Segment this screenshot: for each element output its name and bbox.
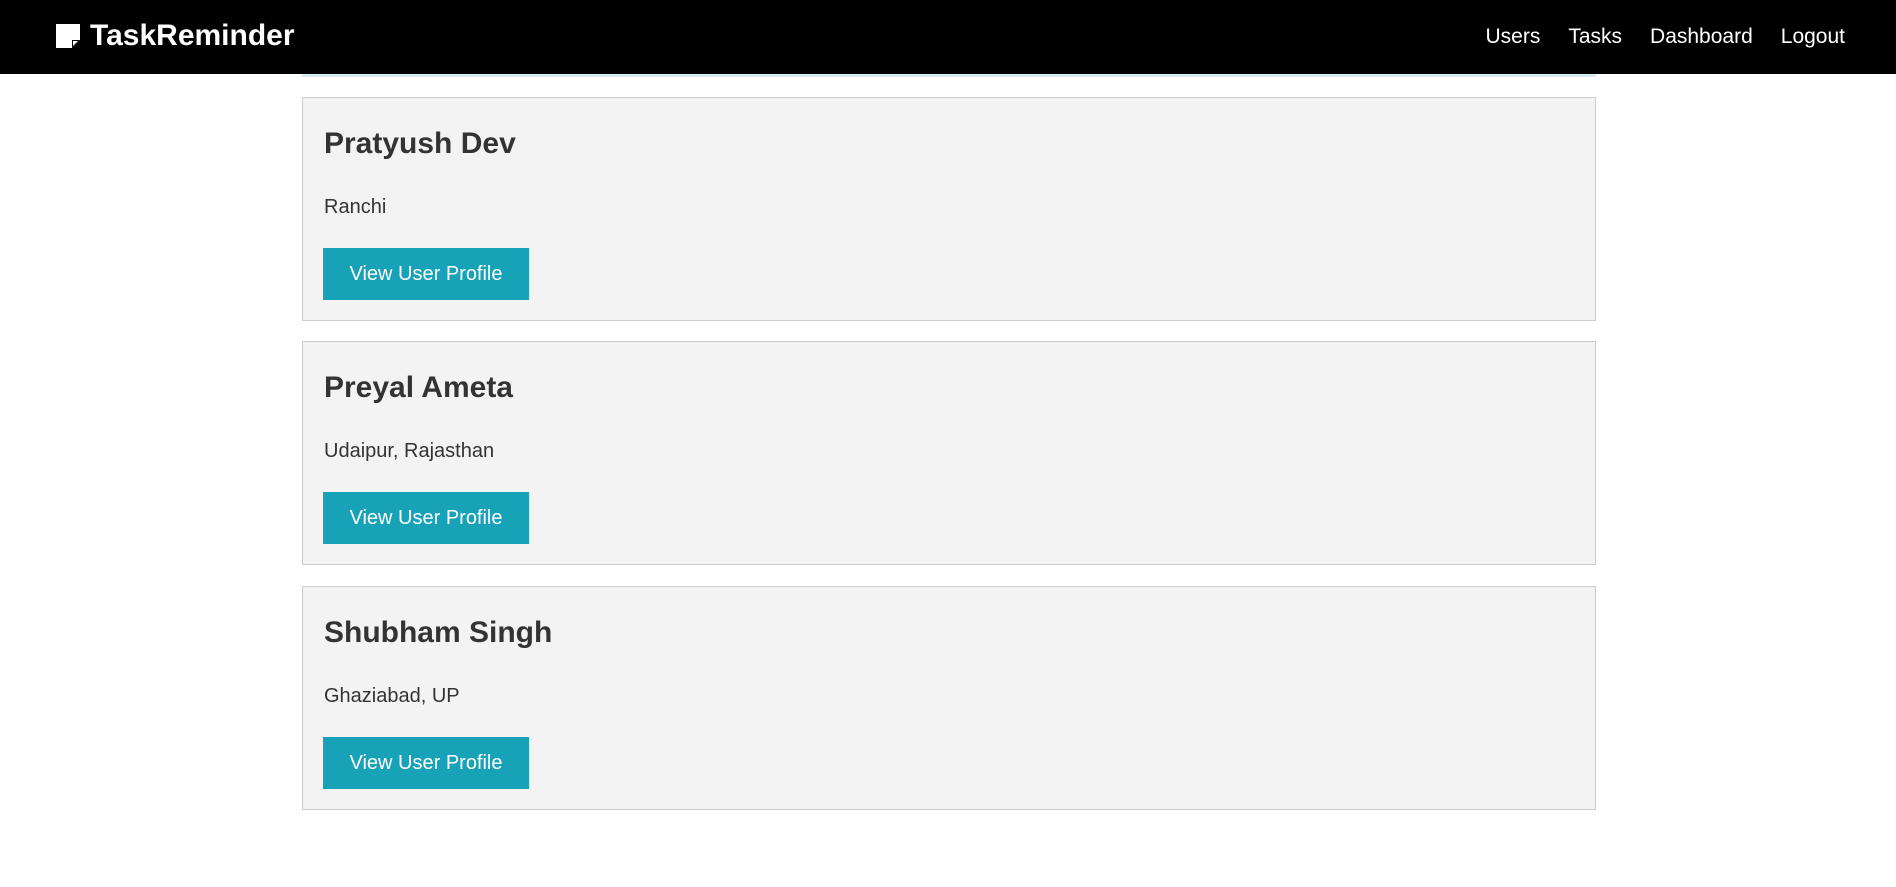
user-name: Preyal Ameta	[324, 371, 513, 404]
user-name: Shubham Singh	[324, 616, 553, 649]
brand-title: TaskReminder	[90, 19, 295, 52]
brand-link[interactable]: TaskReminder	[54, 18, 295, 54]
nav-links: Users Tasks Dashboard Logout	[1458, 0, 1846, 74]
view-user-profile-button[interactable]: View User Profile	[323, 248, 529, 300]
sticky-note-icon	[56, 24, 80, 48]
content-divider	[302, 74, 1596, 77]
user-location: Ranchi	[324, 196, 387, 218]
nav-dashboard-link[interactable]: Dashboard	[1650, 25, 1753, 49]
user-location: Ghaziabad, UP	[324, 685, 460, 707]
navbar: TaskReminder Users Tasks Dashboard Logou…	[0, 0, 1896, 74]
user-name: Pratyush Dev	[324, 127, 516, 160]
view-user-profile-button[interactable]: View User Profile	[323, 737, 529, 789]
view-user-profile-button[interactable]: View User Profile	[323, 492, 529, 544]
nav-users-link[interactable]: Users	[1486, 25, 1541, 49]
user-location: Udaipur, Rajasthan	[324, 440, 495, 462]
user-card: Shubham Singh Ghaziabad, UP View User Pr…	[302, 586, 1596, 810]
nav-tasks-link[interactable]: Tasks	[1568, 25, 1622, 49]
user-card: Preyal Ameta Udaipur, Rajasthan View Use…	[302, 341, 1596, 565]
user-card: Pratyush Dev Ranchi View User Profile	[302, 97, 1596, 321]
nav-logout-link[interactable]: Logout	[1781, 25, 1845, 49]
